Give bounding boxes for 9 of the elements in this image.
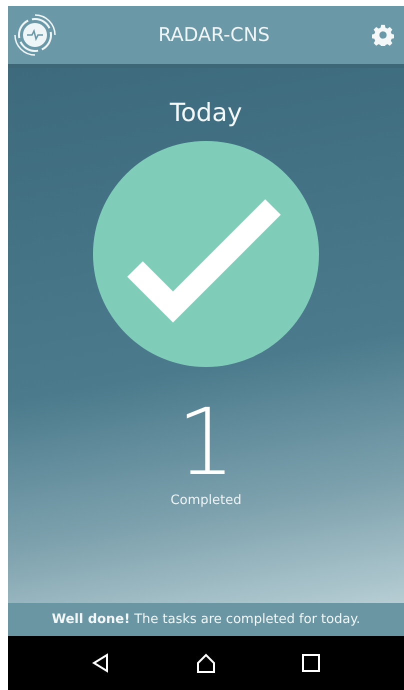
- settings-icon[interactable]: [372, 24, 394, 46]
- completed-label: Completed: [170, 493, 242, 508]
- recents-icon[interactable]: [300, 652, 322, 674]
- day-heading: Today: [170, 98, 242, 127]
- home-icon[interactable]: [194, 652, 217, 674]
- status-message: Well done! The tasks are completed for today.: [8, 603, 404, 636]
- completed-count: 1: [176, 397, 236, 489]
- app-title: RADAR-CNS: [158, 24, 270, 46]
- logo-icon: [14, 14, 56, 56]
